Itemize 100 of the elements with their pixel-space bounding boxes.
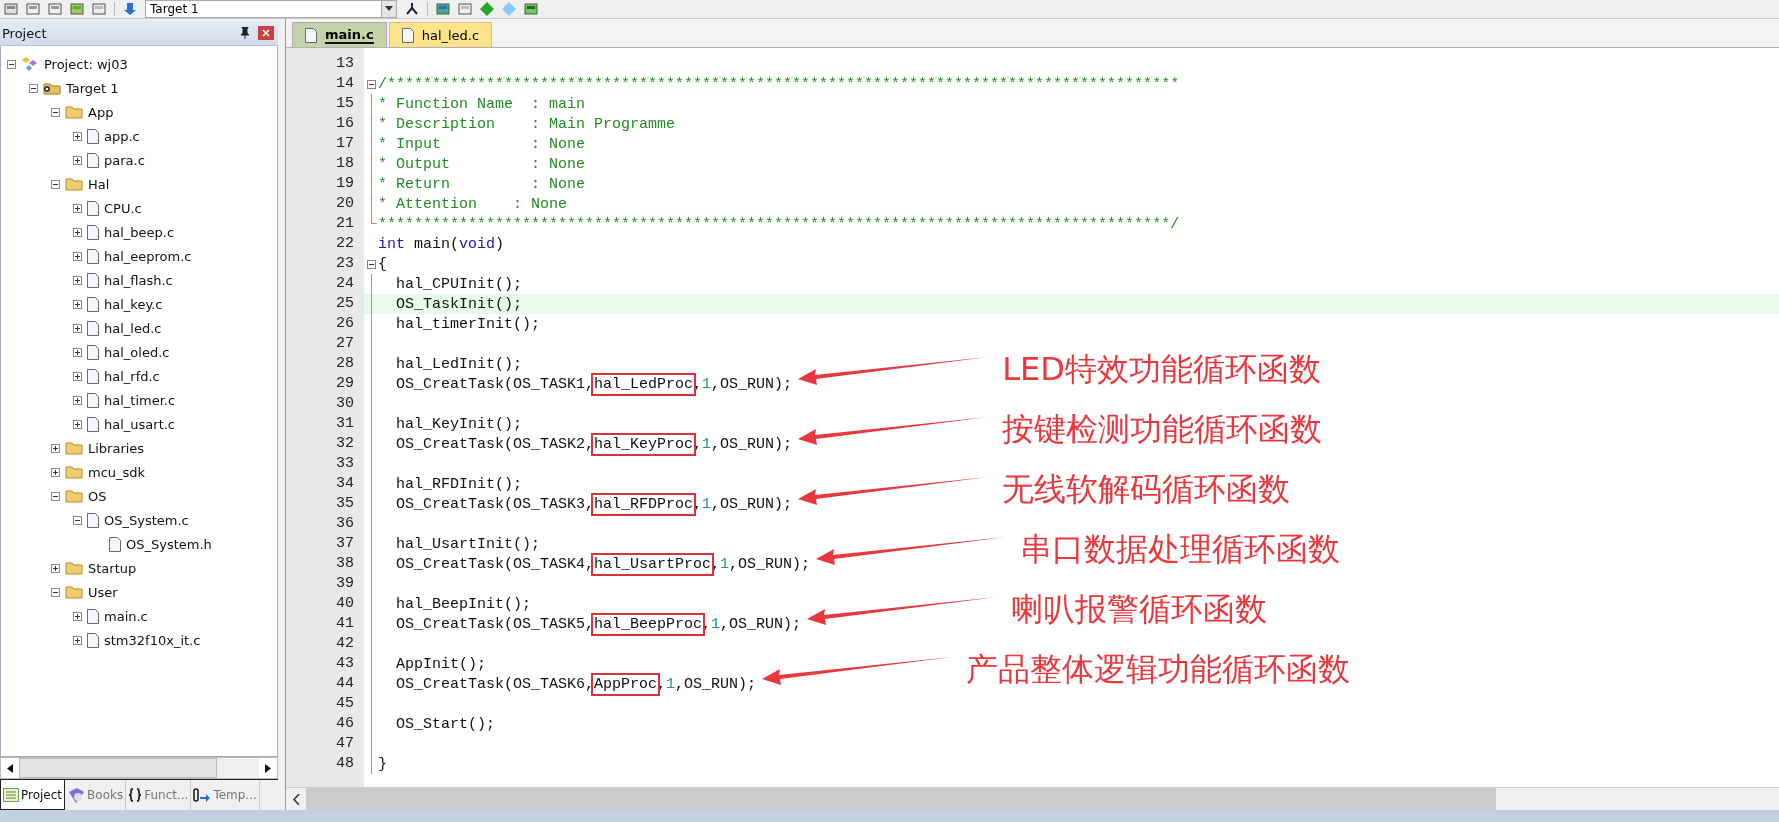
horizontal-scrollbar[interactable] <box>0 757 278 779</box>
expand-icon[interactable] <box>73 635 82 645</box>
folder-icon <box>65 585 83 599</box>
hierarchy-icon[interactable] <box>405 2 419 16</box>
folder-icon <box>65 561 83 575</box>
pin-icon[interactable] <box>240 27 250 39</box>
tree-item[interactable]: mcu_sdk <box>88 464 146 480</box>
right-arrow-icon[interactable] <box>265 763 271 773</box>
tree-item[interactable]: para.c <box>104 152 145 168</box>
window-icon[interactable] <box>436 2 450 16</box>
code-line: hal_UsartInit(); <box>395 535 541 553</box>
tree-item[interactable]: stm32f10x_it.c <box>104 632 201 648</box>
file-icon <box>87 320 99 336</box>
tree-item[interactable]: hal_oled.c <box>104 344 170 360</box>
diamond-icon[interactable] <box>480 2 494 16</box>
panel-tab[interactable]: Project <box>0 780 66 810</box>
download-icon[interactable] <box>123 2 137 16</box>
expand-icon[interactable] <box>51 443 60 453</box>
tree-item[interactable]: OS_System.h <box>126 536 212 552</box>
code-line: hal_CPUInit(); <box>395 275 523 293</box>
code-line: AppInit(); <box>395 655 487 673</box>
tree-item[interactable]: hal_usart.c <box>104 416 176 432</box>
horizontal-scrollbar[interactable] <box>286 787 1779 810</box>
tree-item[interactable]: Startup <box>88 560 137 576</box>
list-icon <box>3 787 19 802</box>
file-tab[interactable]: hal_led.c <box>388 22 493 47</box>
tree-item[interactable]: Target 1 <box>66 80 119 96</box>
collapse-icon[interactable] <box>73 515 82 525</box>
code-line: * Output : None <box>378 155 586 173</box>
tree-item[interactable]: hal_eeprom.c <box>104 248 192 264</box>
expand-icon[interactable] <box>73 611 82 621</box>
expand-icon[interactable] <box>73 419 82 429</box>
target-dropdown[interactable]: Target 1 <box>145 0 397 18</box>
collapse-icon[interactable] <box>51 179 60 189</box>
expand-icon[interactable] <box>73 299 82 309</box>
tree-item[interactable]: OS <box>88 488 107 504</box>
window-icon[interactable] <box>26 2 40 16</box>
expand-icon[interactable] <box>73 347 82 357</box>
folder-icon <box>65 465 83 479</box>
collapse-icon[interactable] <box>366 79 376 89</box>
collapse-icon[interactable] <box>366 259 376 269</box>
code-line: /**************************************************************************************** <box>378 75 1180 93</box>
file-icon <box>87 248 99 264</box>
expand-icon[interactable] <box>73 323 82 333</box>
expand-icon[interactable] <box>73 395 82 405</box>
expand-icon[interactable] <box>73 371 82 381</box>
window-icon[interactable] <box>524 2 538 16</box>
tree-item[interactable]: hal_led.c <box>104 320 162 336</box>
annotation-label: 串口数据处理循环函数 <box>1020 529 1341 570</box>
file-icon <box>87 296 99 312</box>
tree-item[interactable]: hal_rfd.c <box>104 368 160 384</box>
expand-icon[interactable] <box>51 563 60 573</box>
file-icon <box>87 344 99 360</box>
tree-item[interactable]: Libraries <box>88 440 145 456</box>
folder-icon <box>65 489 83 503</box>
project-icon <box>21 56 39 72</box>
file-icon <box>87 416 99 432</box>
collapse-icon[interactable] <box>51 587 60 597</box>
tree-item[interactable]: hal_key.c <box>104 296 163 312</box>
tree-item[interactable]: hal_timer.c <box>104 392 176 408</box>
expand-icon[interactable] <box>73 155 82 165</box>
window-icon[interactable] <box>4 2 18 16</box>
tree-item[interactable]: app.c <box>104 128 140 144</box>
tree-item[interactable]: hal_beep.c <box>104 224 175 240</box>
folder-icon <box>65 105 83 119</box>
expand-icon[interactable] <box>51 467 60 477</box>
file-icon <box>87 608 99 624</box>
tree-item[interactable]: Hal <box>88 176 110 192</box>
file-icon <box>87 368 99 384</box>
left-arrow-icon[interactable] <box>7 763 13 773</box>
code-line: * Return : None <box>378 175 586 193</box>
collapse-icon[interactable] <box>51 107 60 117</box>
code-line: OS_TaskInit(); <box>395 295 523 313</box>
close-button[interactable] <box>258 26 274 40</box>
tree-item[interactable]: OS_System.c <box>104 512 189 528</box>
file-icon <box>401 27 414 43</box>
file-icon <box>87 224 99 240</box>
code-line: * Function Name : main <box>378 95 586 113</box>
tree-item[interactable]: main.c <box>104 608 148 624</box>
code-line: ****************************************************************************************/ <box>378 215 1180 233</box>
expand-icon[interactable] <box>73 131 82 141</box>
tree-item[interactable]: App <box>88 104 114 120</box>
file-tab[interactable]: main.c <box>292 22 387 47</box>
expand-icon[interactable] <box>73 227 82 237</box>
expand-icon[interactable] <box>73 203 82 213</box>
collapse-icon[interactable] <box>7 59 16 69</box>
expand-icon[interactable] <box>73 251 82 261</box>
expand-icon[interactable] <box>73 275 82 285</box>
tree-item[interactable]: Project: wj03 <box>44 56 128 72</box>
annotation-label: 按键检测功能循环函数 <box>1002 409 1323 450</box>
tree-item[interactable]: hal_flash.c <box>104 272 173 288</box>
annotation-label: 喇叭报警循环函数 <box>1011 589 1268 630</box>
folder-icon <box>65 177 83 191</box>
code-line: OS_Start(); <box>395 715 496 733</box>
collapse-icon[interactable] <box>29 83 38 93</box>
tree-item[interactable]: CPU.c <box>104 200 142 216</box>
collapse-icon[interactable] <box>51 491 60 501</box>
tree-item[interactable]: User <box>88 584 118 600</box>
window-icon[interactable] <box>48 2 62 16</box>
file-icon <box>87 512 99 528</box>
